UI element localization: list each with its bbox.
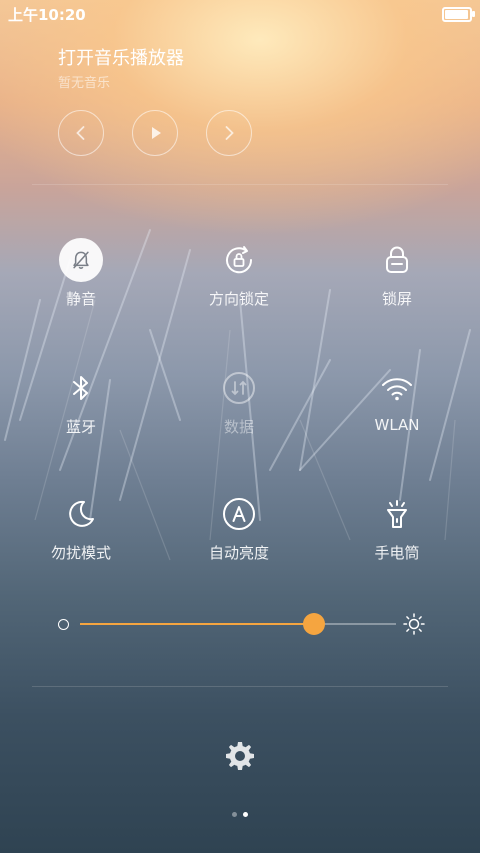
toggle-mobile-data[interactable]: 数据 (184, 366, 294, 437)
gear-icon[interactable] (224, 740, 256, 772)
wifi-icon (375, 366, 419, 410)
toggle-mute[interactable]: 静音 (26, 238, 136, 309)
toggle-label: WLAN (374, 416, 420, 434)
flashlight-icon (375, 492, 419, 536)
toggle-label: 勿扰模式 (50, 544, 111, 562)
battery-icon (442, 7, 475, 22)
toggle-do-not-disturb[interactable]: 勿扰模式 (26, 492, 136, 563)
bell-off-icon (59, 238, 103, 282)
toggle-auto-brightness[interactable]: 自动亮度 (184, 492, 294, 563)
auto-brightness-icon (217, 492, 261, 536)
toggle-label: 静音 (65, 290, 96, 308)
toggle-rotation-lock[interactable]: 方向锁定 (184, 238, 294, 309)
page-dot (232, 812, 237, 817)
toggle-label: 蓝牙 (65, 418, 96, 436)
status-bar: 上午10:20 (0, 0, 480, 28)
toggle-wlan[interactable]: WLAN (342, 366, 452, 434)
lock-icon (375, 238, 419, 282)
previous-button[interactable] (58, 110, 104, 156)
brightness-track[interactable] (80, 613, 396, 635)
bluetooth-icon (59, 366, 103, 410)
battery-level (445, 10, 468, 19)
chevron-right-icon (225, 126, 234, 140)
toggle-bluetooth[interactable]: 蓝牙 (26, 366, 136, 437)
play-icon (152, 127, 161, 139)
toggle-label: 锁屏 (381, 290, 412, 308)
moon-icon (59, 492, 103, 536)
music-subtitle: 暂无音乐 (58, 76, 111, 91)
toggle-label: 数据 (223, 418, 254, 436)
toggle-label: 自动亮度 (208, 544, 269, 562)
toggle-flashlight[interactable]: 手电筒 (342, 492, 452, 563)
rotation-lock-icon (217, 238, 261, 282)
toggle-label: 手电筒 (374, 544, 420, 562)
brightness-thumb[interactable] (302, 613, 325, 635)
music-title[interactable]: 打开音乐播放器 (58, 44, 184, 70)
divider (32, 686, 448, 687)
brightness-high-icon (403, 613, 425, 635)
status-time: 上午10:20 (8, 6, 86, 24)
brightness-slider[interactable] (56, 612, 426, 636)
toggle-label: 方向锁定 (208, 290, 269, 308)
mobile-data-icon (217, 366, 261, 410)
brightness-low-icon (58, 619, 69, 630)
toggle-lock-screen[interactable]: 锁屏 (342, 238, 452, 309)
page-dot-active (243, 812, 248, 817)
play-button[interactable] (132, 110, 178, 156)
page-indicator (0, 812, 480, 817)
divider (32, 184, 448, 185)
chevron-left-icon (76, 126, 85, 140)
next-button[interactable] (206, 110, 252, 156)
brightness-fill (80, 623, 314, 625)
music-widget[interactable]: 打开音乐播放器 暂无音乐 (58, 44, 184, 91)
